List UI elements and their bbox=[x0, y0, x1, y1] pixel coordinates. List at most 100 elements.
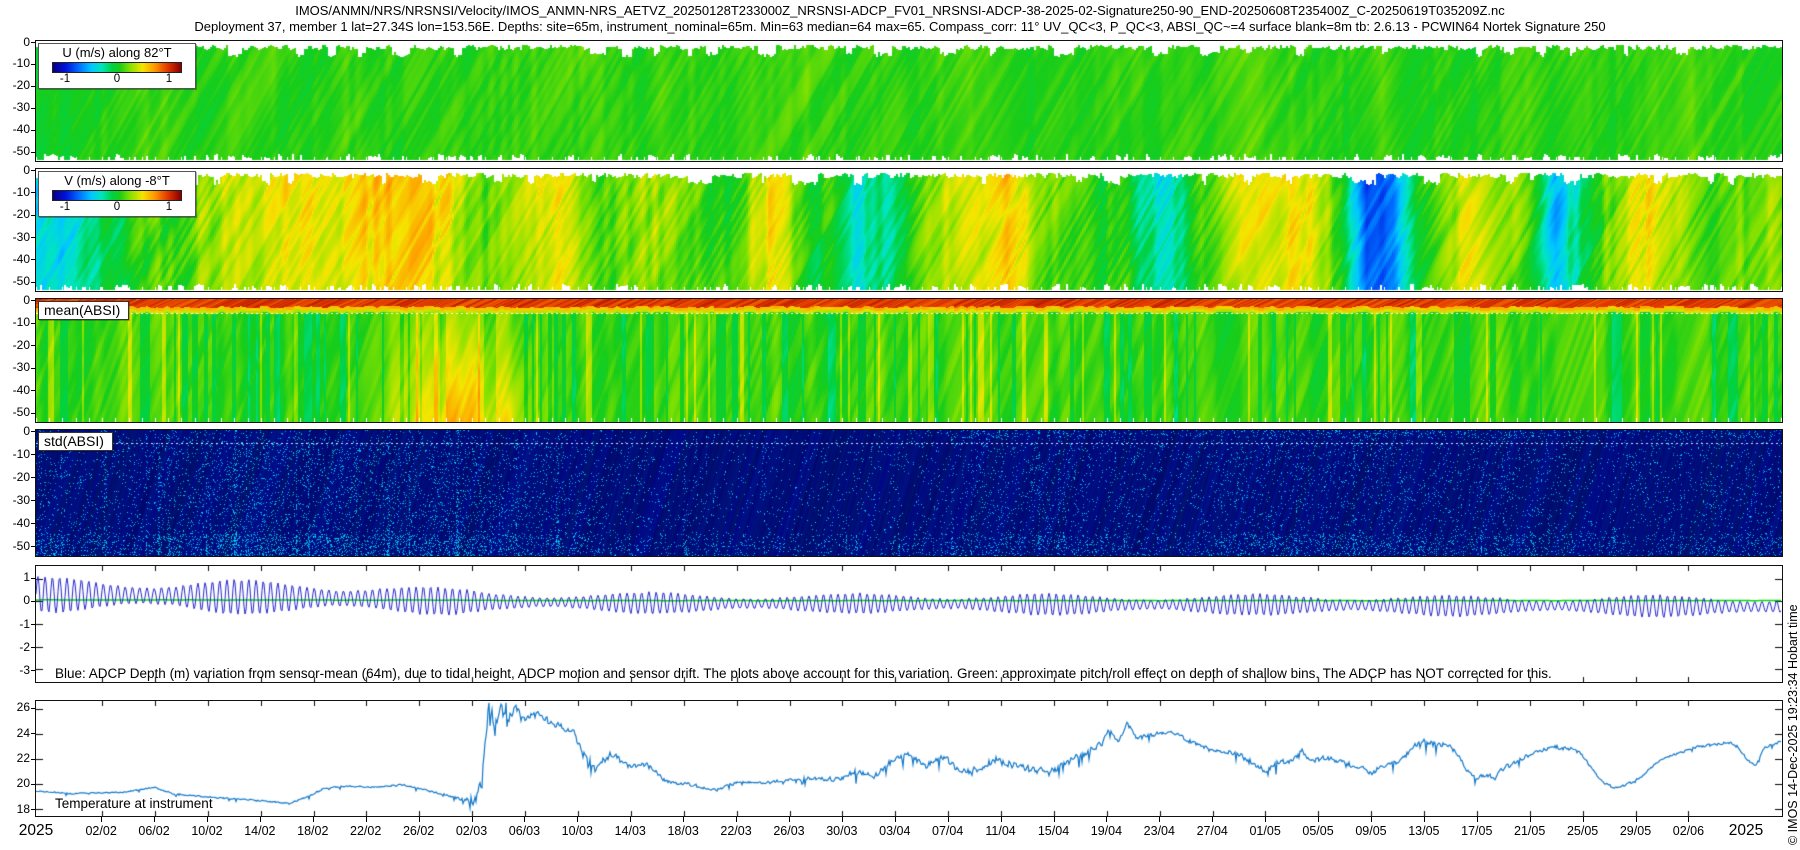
x-axis-tick-mark bbox=[1583, 817, 1584, 822]
y-axis-tick-mark bbox=[31, 601, 35, 602]
y-axis-tick-mark bbox=[31, 708, 35, 709]
x-axis-tick-mark bbox=[419, 817, 420, 822]
y-axis-tick-label: -30 bbox=[12, 492, 30, 507]
y-axis-tick-mark bbox=[31, 192, 35, 193]
y-axis-tick-label: -2 bbox=[19, 639, 30, 654]
y-axis-tick-label: 26 bbox=[16, 700, 30, 715]
x-axis-date-label: 30/03 bbox=[826, 824, 858, 838]
x-axis-date-label: 23/04 bbox=[1143, 824, 1175, 838]
x-axis-date-label: 15/04 bbox=[1037, 824, 1070, 838]
x-axis-date-label: 05/05 bbox=[1302, 824, 1334, 838]
x-axis-tick-mark bbox=[1106, 817, 1107, 822]
x-axis-date-label: 14/03 bbox=[614, 824, 646, 838]
x-axis-tick-mark bbox=[366, 817, 367, 822]
x-axis-date-label: 18/02 bbox=[297, 824, 329, 838]
y-axis-tick-mark bbox=[31, 670, 35, 671]
x-axis-tick-mark bbox=[524, 817, 525, 822]
x-axis-date-label: 29/05 bbox=[1619, 824, 1652, 838]
x-axis-tick-mark bbox=[1318, 817, 1319, 822]
y-axis-tick-mark bbox=[31, 215, 35, 216]
y-axis-tick-mark bbox=[31, 784, 35, 785]
x-axis-tick-mark bbox=[1636, 817, 1637, 822]
x-axis-date-label: 03/04 bbox=[879, 824, 911, 838]
std-absi-heatmap bbox=[36, 430, 1782, 556]
y-axis-tick-label: -30 bbox=[12, 229, 30, 244]
x-axis-date-label: 19/04 bbox=[1090, 824, 1123, 838]
x-axis-date-label: 25/05 bbox=[1566, 824, 1599, 838]
x-axis-tick-mark bbox=[948, 817, 949, 822]
y-axis-tick-mark bbox=[31, 431, 35, 432]
y-axis-tick-label: -40 bbox=[12, 122, 30, 137]
x-axis-date-label: 02/03 bbox=[455, 824, 488, 838]
y-axis-tick-mark bbox=[31, 86, 35, 87]
x-axis-tick-mark bbox=[895, 817, 896, 822]
y-axis-tick-mark bbox=[31, 152, 35, 153]
y-axis-tick-label: 0 bbox=[23, 292, 30, 307]
x-axis-date-label: 07/04 bbox=[932, 824, 964, 838]
x-axis-tick-mark bbox=[260, 817, 261, 822]
x-axis-date-label: 09/05 bbox=[1355, 824, 1387, 838]
x-axis-tick-mark bbox=[1477, 817, 1478, 822]
y-axis-tick-label: -50 bbox=[12, 274, 30, 289]
x-axis-date-label: 06/02 bbox=[138, 824, 170, 838]
mean-absi-label: mean(ABSI) bbox=[38, 301, 130, 320]
depth-variation-note: Blue: ADCP Depth (m) variation from sens… bbox=[55, 666, 1552, 681]
x-axis-tick-mark bbox=[1265, 817, 1266, 822]
x-axis-tick-mark bbox=[1688, 817, 1689, 822]
y-axis-tick-label: 20 bbox=[16, 776, 30, 791]
y-axis-tick-label: -20 bbox=[12, 469, 30, 484]
y-axis-tick-mark bbox=[31, 624, 35, 625]
v-legend-title: V (m/s) along -8°T bbox=[64, 173, 170, 188]
x-axis-date-label: 01/05 bbox=[1249, 824, 1281, 838]
x-axis-date-label: 10/03 bbox=[561, 824, 593, 838]
y-axis-tick-mark bbox=[31, 500, 35, 501]
y-axis-tick-label: -20 bbox=[12, 337, 30, 352]
y-axis-tick-mark bbox=[31, 368, 35, 369]
x-axis-tick-mark bbox=[207, 817, 208, 822]
v-colorbar-gradient bbox=[52, 190, 182, 201]
y-axis-tick-mark bbox=[31, 546, 35, 547]
y-axis-tick-label: -40 bbox=[12, 515, 30, 530]
y-axis-tick-label: -10 bbox=[12, 446, 30, 461]
y-axis-tick-mark bbox=[31, 390, 35, 391]
x-axis-date-label: 22/03 bbox=[720, 824, 752, 838]
y-axis-tick-mark bbox=[31, 64, 35, 65]
colorbar-tick-pos1: 1 bbox=[165, 73, 173, 85]
x-axis-tick-mark bbox=[472, 817, 473, 822]
x-axis-date-label: 22/02 bbox=[350, 824, 382, 838]
y-axis-tick-mark bbox=[31, 759, 35, 760]
y-axis-tick-mark bbox=[31, 733, 35, 734]
u-colorbar-gradient bbox=[52, 62, 182, 73]
colorbar-tick-zero: 0 bbox=[113, 73, 121, 85]
y-axis-tick-label: -10 bbox=[12, 56, 30, 71]
y-axis-tick-label: -3 bbox=[19, 662, 30, 677]
u-legend-title: U (m/s) along 82°T bbox=[62, 45, 172, 60]
x-axis-tick-mark bbox=[630, 817, 631, 822]
x-axis-date-label: 02/02 bbox=[85, 824, 117, 838]
y-axis-tick-mark bbox=[31, 454, 35, 455]
colorbar-tick-neg1: -1 bbox=[59, 73, 71, 85]
figure-subtitle-deployment-info: Deployment 37, member 1 lat=27.34S lon=1… bbox=[194, 19, 1606, 34]
x-axis-tick-mark bbox=[736, 817, 737, 822]
colorbar-tick-zero: 0 bbox=[113, 201, 121, 213]
std-absi-label: std(ABSI) bbox=[38, 432, 113, 451]
x-axis-date-label: 26/02 bbox=[402, 824, 435, 838]
y-axis-tick-label: -30 bbox=[12, 360, 30, 375]
y-axis-tick-label: -40 bbox=[12, 382, 30, 397]
adcp-depth-variation-plot bbox=[36, 566, 1782, 682]
y-axis-tick-mark bbox=[31, 809, 35, 810]
mean-absi-heatmap bbox=[36, 299, 1782, 422]
colorbar-tick-pos1: 1 bbox=[165, 201, 173, 213]
y-axis-tick-mark bbox=[31, 42, 35, 43]
colorbar-tick-neg1: -1 bbox=[59, 201, 71, 213]
y-axis-tick-label: -20 bbox=[12, 78, 30, 93]
y-axis-tick-mark bbox=[31, 108, 35, 109]
y-axis-tick-label: 18 bbox=[16, 801, 30, 816]
panel-std-absi: std(ABSI) bbox=[35, 429, 1783, 557]
y-axis-tick-label: 0 bbox=[23, 423, 30, 438]
y-axis-tick-mark bbox=[31, 300, 35, 301]
x-axis-tick-mark bbox=[154, 817, 155, 822]
u-colorbar-legend: U (m/s) along 82°T -1 0 1 bbox=[38, 43, 196, 89]
y-axis-tick-label: -30 bbox=[12, 100, 30, 115]
y-axis-tick-mark bbox=[31, 523, 35, 524]
